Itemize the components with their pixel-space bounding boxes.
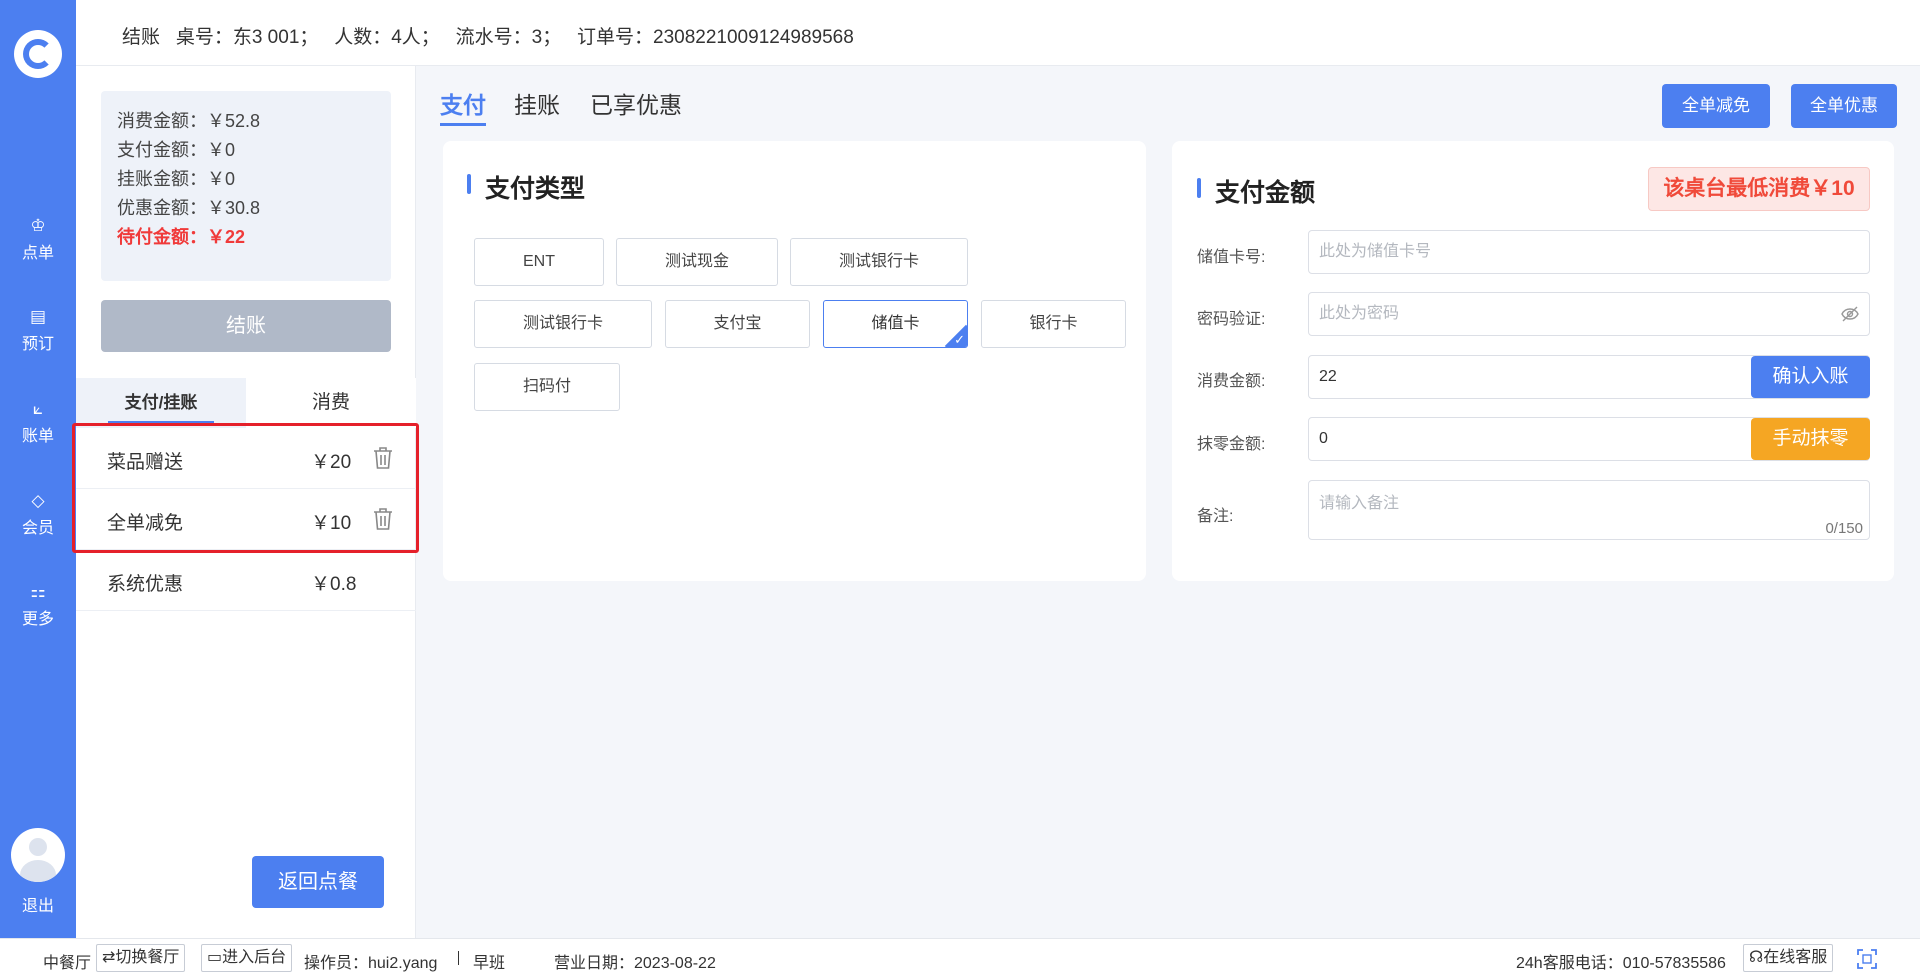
list-item: 菜品赠送 ￥20 <box>76 428 416 489</box>
nav-label: 账单 <box>21 428 54 445</box>
due-amount: 待付金额：￥22 <box>117 227 246 247</box>
chef-hat-icon: ♔ <box>30 216 46 235</box>
checkout-summary-panel: 消费金额：￥52.8 支付金额：￥0 挂账金额：￥0 优惠金额：￥30.8 待付… <box>76 66 416 938</box>
full-discount-button[interactable]: 全单优惠 <box>1791 84 1897 128</box>
trash-icon[interactable] <box>372 446 394 470</box>
confirm-entry-button[interactable]: 确认入账 <box>1751 356 1870 398</box>
nav-label: 预订 <box>21 336 54 353</box>
pay-option-stored-value-card[interactable]: 储值卡 ✓ <box>823 300 968 348</box>
nav-item-bills[interactable]: ⟀ 账单 <box>0 398 76 446</box>
password-placeholder: 此处为密码 <box>1319 305 1400 322</box>
discount-name: 全单减免 <box>107 513 184 534</box>
status-bar: 中餐厅 ⇄切换餐厅 ▭进入后台 操作员：hui2.yang 早班 营业日期：20… <box>0 938 1920 977</box>
nav-item-order[interactable]: ♔ 点单 <box>0 215 76 263</box>
nav-item-more[interactable]: ⚏ 更多 <box>0 581 76 629</box>
shift: 早班 <box>473 955 506 972</box>
nav-label: 更多 <box>21 611 54 628</box>
enter-backend-button[interactable]: ▭进入后台 <box>201 944 293 972</box>
pay-option-test-cash[interactable]: 测试现金 <box>616 238 778 286</box>
amount-summary: 消费金额：￥52.8 支付金额：￥0 挂账金额：￥0 优惠金额：￥30.8 待付… <box>101 91 391 281</box>
payment-type-title: 支付类型 <box>467 169 585 205</box>
order-info: 结账 桌号：东3 001； 人数：4人； 流水号：3； 订单号：23082210… <box>122 27 854 48</box>
discount-name: 菜品赠送 <box>107 452 184 473</box>
restaurant-name: 中餐厅 <box>43 955 92 972</box>
logout-button[interactable]: 退出 <box>0 892 76 916</box>
operator: 操作员：hui2.yang <box>304 955 438 972</box>
manual-round-off-button[interactable]: 手动抹零 <box>1751 418 1870 460</box>
full-reduce-button[interactable]: 全单减免 <box>1662 84 1770 128</box>
app-logo <box>14 30 62 78</box>
trash-icon[interactable] <box>372 507 394 531</box>
booking-icon: ▤ <box>29 307 47 326</box>
diamond-icon: ◇ <box>31 491 45 510</box>
discount-name: 系统优惠 <box>107 574 184 595</box>
monitor-icon: ▭ <box>207 949 223 966</box>
card-number-label: 储值卡号: <box>1197 249 1266 266</box>
remark-label: 备注: <box>1197 508 1234 525</box>
credit-amount: 挂账金额：￥0 <box>117 169 236 189</box>
payment-type-card: 支付类型 <box>443 141 1146 581</box>
online-support-button[interactable]: ☊在线客服 <box>1743 944 1834 972</box>
tab-discounts-applied[interactable]: 已享优惠 <box>590 86 682 120</box>
left-tabs: 支付/挂账 消费 <box>76 378 416 428</box>
discount-amount: ￥0.8 <box>311 574 357 595</box>
divider <box>458 951 459 965</box>
list-item: 系统优惠 ￥0.8 <box>76 550 416 611</box>
chart-icon: ⟀ <box>32 399 44 418</box>
remark-textarea[interactable]: 请输入备注 0/150 <box>1308 480 1870 540</box>
business-date: 营业日期：2023-08-22 <box>554 955 716 972</box>
nav-item-booking[interactable]: ▤ 预订 <box>0 306 76 354</box>
card-number-input[interactable]: 此处为储值卡号 <box>1308 230 1870 274</box>
headset-icon: ☊ <box>1749 949 1764 966</box>
check-icon: ✓ <box>954 332 965 347</box>
tab-pay-credit[interactable]: 支付/挂账 <box>76 378 246 428</box>
switch-restaurant-button[interactable]: ⇄切换餐厅 <box>96 944 186 972</box>
payment-amount-title: 支付金额 <box>1197 173 1315 209</box>
pay-option-bank-card[interactable]: 银行卡 <box>981 300 1126 348</box>
pay-option-test-bank-card-2[interactable]: 测试银行卡 <box>474 300 652 348</box>
pay-option-ent[interactable]: ENT <box>474 238 604 286</box>
header: 结账 桌号：东3 001； 人数：4人； 流水号：3； 订单号：23082210… <box>76 0 1920 66</box>
pay-option-test-bank-card[interactable]: 测试银行卡 <box>790 238 968 286</box>
remark-char-count: 0/150 <box>1825 520 1863 537</box>
avatar[interactable] <box>11 828 65 882</box>
side-nav: ♔ 点单 ▤ 预订 ⟀ 账单 ◇ 会员 ⚏ 更多 退出 <box>0 0 76 938</box>
eye-off-icon[interactable] <box>1841 306 1859 322</box>
password-input[interactable]: 此处为密码 <box>1308 292 1870 336</box>
pay-option-scan-pay[interactable]: 扫码付 <box>474 363 620 411</box>
fullscreen-icon[interactable] <box>1857 949 1877 969</box>
nav-label: 会员 <box>21 520 54 537</box>
round-off-label: 抹零金额: <box>1197 436 1266 453</box>
nav-label: 点单 <box>21 245 54 262</box>
tab-consume[interactable]: 消费 <box>246 378 416 428</box>
discount-amount: ￥20 <box>311 452 352 473</box>
hotline: 24h客服电话：010-57835586 <box>1516 955 1726 972</box>
checkout-button[interactable]: 结账 <box>101 300 391 352</box>
consume-amount: 消费金额：￥52.8 <box>117 111 261 131</box>
remark-placeholder: 请输入备注 <box>1319 495 1400 512</box>
discount-amount: 优惠金额：￥30.8 <box>117 198 261 218</box>
paid-amount: 支付金额：￥0 <box>117 140 236 160</box>
pay-option-label: 储值卡 <box>871 315 920 332</box>
tab-credit[interactable]: 挂账 <box>514 86 560 120</box>
swap-icon: ⇄ <box>102 949 116 966</box>
discount-amount: ￥10 <box>311 513 352 534</box>
password-label: 密码验证: <box>1197 311 1266 328</box>
min-consume-badge: 该桌台最低消费￥10 <box>1648 167 1870 211</box>
list-item: 全单减免 ￥10 <box>76 489 416 550</box>
back-to-order-button[interactable]: 返回点餐 <box>252 856 384 908</box>
consume-amount-label: 消费金额: <box>1197 373 1266 390</box>
nav-item-member[interactable]: ◇ 会员 <box>0 490 76 538</box>
tab-pay[interactable]: 支付 <box>440 86 486 126</box>
pay-option-alipay[interactable]: 支付宝 <box>665 300 810 348</box>
grid-icon: ⚏ <box>30 582 46 601</box>
